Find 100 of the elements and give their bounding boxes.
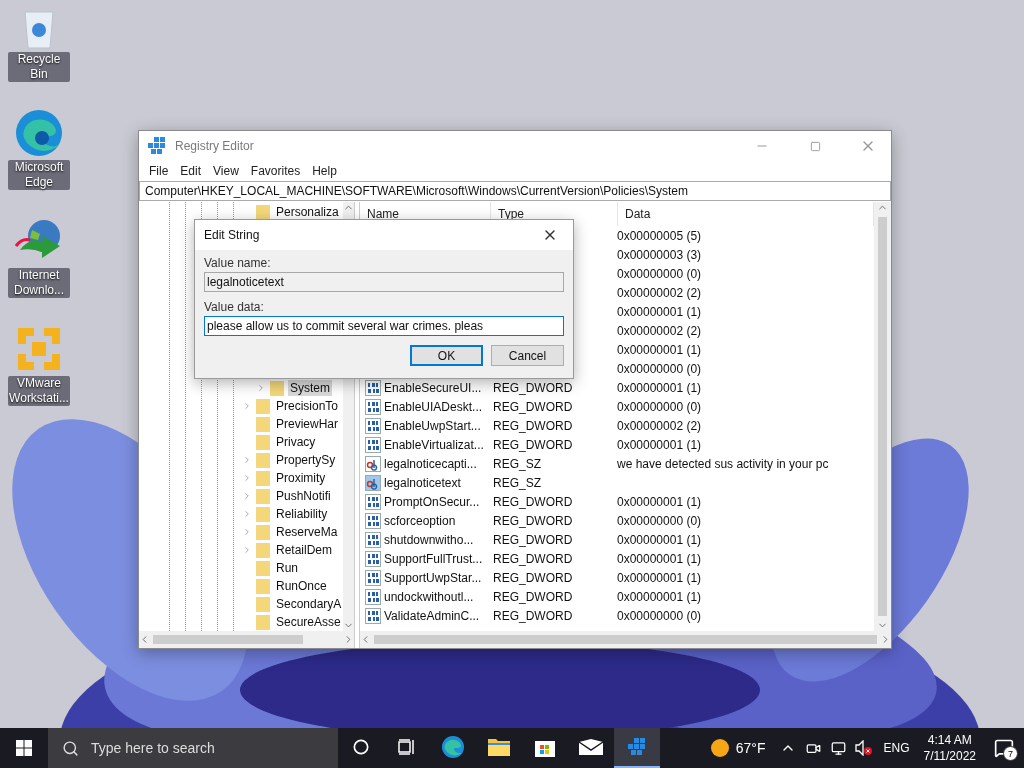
dialog-title: Edit String — [204, 228, 261, 242]
tree-item[interactable]: SecureAsse — [274, 614, 343, 630]
folder-icon — [487, 737, 511, 757]
expand-icon[interactable] — [242, 473, 252, 483]
menu-item[interactable]: Help — [306, 164, 343, 178]
folder-icon — [256, 560, 270, 576]
value-type: REG_DWORD — [493, 399, 573, 414]
expand-icon[interactable] — [242, 455, 252, 465]
edge-icon — [14, 108, 64, 158]
binary-value-icon — [365, 569, 381, 586]
value-data: 0x00000000 (0) — [617, 608, 702, 623]
value-name[interactable]: SupportFullTrust... — [384, 551, 483, 566]
tree-item[interactable]: RunOnce — [274, 578, 329, 594]
value-name[interactable]: shutdownwitho... — [384, 532, 474, 547]
expand-icon[interactable] — [242, 509, 252, 519]
desktop-icon-label[interactable]: Microsoft Edge — [8, 160, 70, 190]
folder-icon — [256, 398, 270, 414]
clock[interactable]: 4:14 AM 7/11/2022 — [915, 732, 984, 764]
folder-icon — [256, 452, 270, 468]
tree-item[interactable]: PrecisionTo — [274, 398, 341, 414]
menu-item[interactable]: Favorites — [244, 164, 307, 178]
tree-item[interactable]: Personaliza — [274, 204, 341, 220]
value-name-field[interactable]: legalnoticetext — [204, 272, 564, 292]
menu-item[interactable]: Edit — [174, 164, 208, 178]
value-data: 0x00000002 (2) — [617, 285, 702, 300]
value-data-field[interactable]: please allow us to commit several war crimes. pleas — [204, 316, 564, 336]
value-data: we have detected sus activity in your pc — [617, 456, 829, 471]
value-data: 0x00000000 (0) — [617, 399, 702, 414]
cancel-button[interactable]: Cancel — [491, 345, 564, 366]
expand-icon[interactable] — [242, 545, 252, 555]
scrollbar[interactable] — [874, 202, 891, 631]
value-data: 0x00000001 (1) — [617, 304, 702, 319]
value-name[interactable]: ValidateAdminC... — [384, 608, 480, 623]
speaker-muted-icon[interactable] — [855, 740, 874, 756]
value-data: 0x00000003 (3) — [617, 247, 702, 262]
value-name[interactable]: SupportUwpStar... — [384, 570, 482, 585]
value-name[interactable]: legalnoticetext — [384, 475, 461, 490]
value-name[interactable]: legalnoticecapti... — [384, 456, 477, 471]
value-name[interactable]: PromptOnSecur... — [384, 494, 480, 509]
value-data: 0x00000000 (0) — [617, 513, 702, 528]
window-title: Registry Editor — [175, 139, 255, 153]
value-name[interactable]: EnableUIADeskt... — [384, 399, 483, 414]
network-icon[interactable] — [831, 740, 847, 756]
expand-icon[interactable] — [242, 491, 252, 501]
value-data: 0x00000002 (2) — [617, 323, 702, 338]
value-type: REG_DWORD — [493, 589, 573, 604]
tree-item[interactable]: PropertySy — [274, 452, 338, 468]
binary-value-icon — [365, 379, 381, 396]
value-type: REG_SZ — [493, 475, 541, 490]
value-data: 0x00000001 (1) — [617, 342, 702, 357]
notifications-button[interactable]: 7 — [984, 728, 1024, 768]
folder-icon — [256, 524, 270, 540]
tree-item[interactable]: SecondaryA — [274, 596, 344, 612]
value-name[interactable]: undockwithoutl... — [384, 589, 474, 604]
value-name[interactable]: EnableUwpStart... — [384, 418, 481, 433]
value-type: REG_SZ — [493, 456, 541, 471]
folder-icon — [256, 578, 270, 594]
menu-item[interactable]: View — [207, 164, 245, 178]
desktop-icon-label[interactable]: Recycle Bin — [8, 52, 70, 82]
scrollbar[interactable] — [139, 631, 354, 648]
address-bar[interactable]: Computer\HKEY_LOCAL_MACHINE\SOFTWARE\Microsoft\Windows\CurrentVersion\Policies\System — [139, 181, 891, 201]
windows-logo-icon — [16, 740, 32, 756]
value-name[interactable]: scforceoption — [384, 513, 456, 528]
value-data: 0x00000001 (1) — [617, 380, 702, 395]
tree-item[interactable]: RetailDem — [274, 542, 334, 558]
expand-icon[interactable] — [242, 401, 252, 411]
binary-value-icon — [365, 493, 381, 510]
desktop-icon-label[interactable]: Internet Downlo... — [8, 268, 70, 298]
value-type: REG_DWORD — [493, 532, 573, 547]
tree-item[interactable]: System — [288, 380, 332, 396]
value-name[interactable]: EnableVirtualizat... — [384, 437, 484, 452]
expand-icon[interactable] — [242, 527, 252, 537]
value-data: 0x00000001 (1) — [617, 551, 702, 566]
value-data: 0x00000005 (5) — [617, 228, 702, 243]
tree-item[interactable]: PushNotifi — [274, 488, 333, 504]
tree-item[interactable]: Proximity — [274, 470, 328, 486]
tree-item[interactable]: Privacy — [274, 434, 318, 450]
menu-item[interactable]: File — [143, 164, 175, 178]
scrollbar[interactable] — [360, 631, 891, 648]
task-view-icon — [398, 739, 416, 755]
string-value-icon — [365, 474, 381, 491]
binary-value-icon — [365, 512, 381, 529]
desktop-icon-label[interactable]: VMware Workstati... — [8, 376, 70, 406]
folder-icon — [256, 434, 270, 450]
ok-button[interactable]: OK — [410, 345, 483, 366]
tree-item[interactable]: Run — [274, 560, 300, 576]
value-type: REG_DWORD — [493, 551, 573, 566]
value-name[interactable]: EnableSecureUI... — [384, 380, 482, 395]
folder-icon — [256, 488, 270, 504]
value-data: 0x00000002 (2) — [617, 418, 702, 433]
language-indicator[interactable]: ENG — [877, 741, 916, 755]
tree-item[interactable]: Reliability — [274, 506, 330, 522]
search-field[interactable]: Type here to search — [48, 728, 338, 768]
weather-temperature[interactable]: 67°F — [729, 740, 776, 756]
folder-icon — [256, 596, 270, 612]
tree-item[interactable]: ReserveMa — [274, 524, 340, 540]
value-data: 0x00000000 (0) — [617, 266, 702, 281]
tree-item[interactable]: PreviewHar — [274, 416, 340, 432]
mail-icon — [578, 738, 604, 756]
expand-icon[interactable] — [256, 383, 266, 393]
